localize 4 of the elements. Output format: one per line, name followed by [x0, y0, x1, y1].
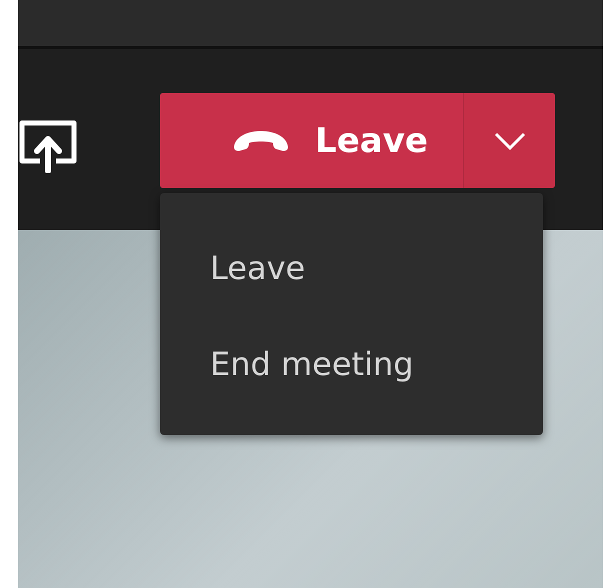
menu-item[interactable]: End meeting	[160, 337, 543, 433]
share-screen-icon[interactable]	[18, 119, 78, 173]
caret-icon	[494, 132, 526, 150]
menu-item[interactable]: Leave	[160, 241, 543, 337]
